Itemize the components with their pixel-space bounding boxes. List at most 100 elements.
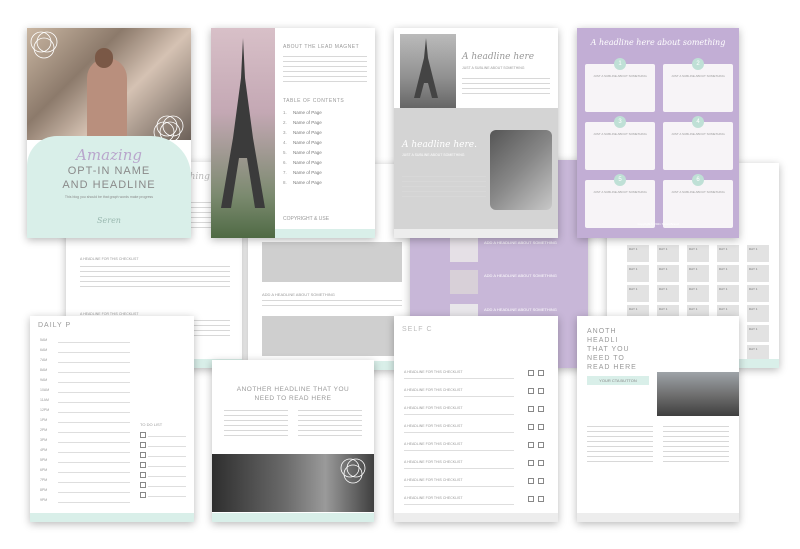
about-footer xyxy=(275,229,375,238)
checklist-item-line xyxy=(404,396,514,397)
todo-checkbox[interactable] xyxy=(140,452,146,458)
steps-page: A headline here about something 1 JUST A … xyxy=(577,28,739,238)
toc-item-label: Name of Page xyxy=(293,160,322,165)
checklist-item-title: A HEADLINE FOR THIS CHECKLIST xyxy=(404,460,463,464)
checklist-checkbox[interactable] xyxy=(528,478,534,484)
time-slot-line[interactable] xyxy=(58,392,130,393)
checklist-checkbox[interactable] xyxy=(538,406,544,412)
toc-item: 1. Name of Page xyxy=(283,110,367,115)
time-slot-line[interactable] xyxy=(58,402,130,403)
checklist-item-line xyxy=(404,432,514,433)
toc-item-label: Name of Page xyxy=(293,150,322,155)
time-slot-line[interactable] xyxy=(58,452,130,453)
cover-subtitle: This blog you should be that graph words… xyxy=(64,195,154,199)
checklist-checkbox[interactable] xyxy=(538,370,544,376)
day-tile: DAY 1 xyxy=(627,265,649,282)
todo-checkbox[interactable] xyxy=(140,472,146,478)
cta-footer xyxy=(577,513,739,522)
time-slot-line[interactable] xyxy=(58,472,130,473)
cta-button[interactable]: YOUR CTA BUTTON xyxy=(587,376,649,385)
time-slot-line[interactable] xyxy=(58,442,130,443)
time-slot-line[interactable] xyxy=(58,412,130,413)
cover-headline-script: Amazing xyxy=(76,146,142,164)
checklist-checkbox[interactable] xyxy=(538,478,544,484)
daily-footer xyxy=(30,513,194,522)
day-tile: DAY 1 xyxy=(627,285,649,302)
another-title-line1: ANOTHER HEADLINE THAT YOU xyxy=(236,386,350,393)
gray-box-lines xyxy=(262,300,402,310)
checklist-item-line xyxy=(404,504,514,505)
day-tile: DAY 1 xyxy=(687,265,709,282)
checklist-checkbox[interactable] xyxy=(538,496,544,502)
cta-title-1: ANOTH xyxy=(587,328,617,335)
time-slot-label: 3PM xyxy=(40,438,48,442)
toc-item-number: 3. xyxy=(283,130,287,135)
day-tile: DAY 1 xyxy=(717,245,739,262)
day-tile-label: DAY 1 xyxy=(629,267,638,271)
checklist-checkbox[interactable] xyxy=(538,460,544,466)
time-slot-label: 8PM xyxy=(40,488,48,492)
list-photo-1 xyxy=(450,238,478,262)
toc-item: 4. Name of Page xyxy=(283,140,367,145)
day-tile: DAY 1 xyxy=(747,305,769,322)
todo-checkbox[interactable] xyxy=(140,492,146,498)
time-slot-line[interactable] xyxy=(58,422,130,423)
day-tile-label: DAY 1 xyxy=(689,247,698,251)
time-slot-line[interactable] xyxy=(58,432,130,433)
toc-item-number: 8. xyxy=(283,180,287,185)
checklist-checkbox[interactable] xyxy=(528,424,534,430)
time-slot-line[interactable] xyxy=(58,342,130,343)
toc-item-number: 5. xyxy=(283,150,287,155)
step-number: 5 xyxy=(614,174,626,186)
toc-item-number: 7. xyxy=(283,170,287,175)
time-slot-label: 12PM xyxy=(40,408,50,412)
list-item-1-title: ADD A HEADLINE ABOUT SOMETHING xyxy=(484,240,557,245)
gray-box-2 xyxy=(262,316,402,356)
time-slot-line[interactable] xyxy=(58,372,130,373)
cta-title-2: HEADLI xyxy=(587,337,619,344)
cover-logo: Seren xyxy=(97,216,121,225)
step-label: JUST A SUBLINE ABOUT SOMETHING xyxy=(593,132,647,136)
todo-title: TO DO LIST xyxy=(140,422,163,427)
checklist-checkbox[interactable] xyxy=(538,388,544,394)
checklist-checkbox[interactable] xyxy=(538,424,544,430)
toc-title: TABLE OF CONTENTS xyxy=(283,98,345,104)
flower-icon xyxy=(340,458,366,484)
time-slot-line[interactable] xyxy=(58,362,130,363)
toc-item-label: Name of Page xyxy=(293,180,322,185)
checklist-checkbox[interactable] xyxy=(538,442,544,448)
time-slot-line[interactable] xyxy=(58,502,130,503)
step-card: 1 JUST A SUBLINE ABOUT SOMETHING xyxy=(585,58,655,112)
checklist-checkbox[interactable] xyxy=(528,460,534,466)
todo-checkbox[interactable] xyxy=(140,432,146,438)
small-eiffel-icon xyxy=(414,38,438,98)
another-headline-page: ANOTHER HEADLINE THAT YOU NEED TO READ H… xyxy=(212,360,374,522)
toc-list: 1. Name of Page 2. Name of Page 3. Name of Pa… xyxy=(283,110,367,190)
time-slot-line[interactable] xyxy=(58,482,130,483)
todo-checkbox[interactable] xyxy=(140,482,146,488)
time-slot-label: 7AM xyxy=(40,358,48,362)
day-tile-label: DAY 1 xyxy=(719,287,728,291)
checklist-checkbox[interactable] xyxy=(528,442,534,448)
todo-checkbox[interactable] xyxy=(140,442,146,448)
time-slot-line[interactable] xyxy=(58,492,130,493)
another-footer xyxy=(212,513,374,522)
day-tile-label: DAY 1 xyxy=(689,267,698,271)
checklist-checkbox[interactable] xyxy=(528,370,534,376)
time-slot-line[interactable] xyxy=(58,382,130,383)
another-title-line2: NEED TO READ HERE xyxy=(254,395,332,402)
day-tile-label: DAY 1 xyxy=(749,307,758,311)
time-slot-line[interactable] xyxy=(58,352,130,353)
todo-line xyxy=(148,466,186,467)
time-slot-line[interactable] xyxy=(58,462,130,463)
todo-checkbox[interactable] xyxy=(140,462,146,468)
step-label: JUST A SUBLINE ABOUT SOMETHING xyxy=(593,190,647,194)
day-tile: DAY 1 xyxy=(657,285,679,302)
time-slot-label: 5PM xyxy=(40,458,48,462)
toc-item-label: Name of Page xyxy=(293,170,322,175)
checklist-checkbox[interactable] xyxy=(528,406,534,412)
checklist-checkbox[interactable] xyxy=(528,388,534,394)
checklist-checkbox[interactable] xyxy=(528,496,534,502)
toc-item: 2. Name of Page xyxy=(283,120,367,125)
day-tile-label: DAY 1 xyxy=(749,327,758,331)
